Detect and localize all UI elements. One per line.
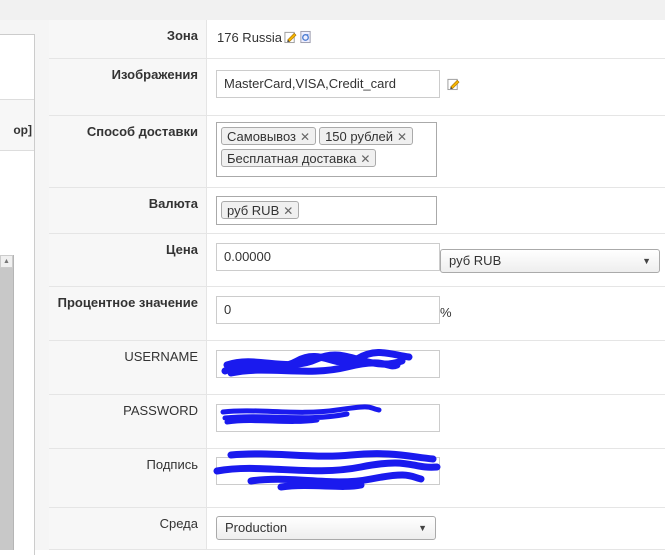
top-bar [0, 0, 665, 21]
left-panel: ор] ▲ [0, 20, 49, 555]
delivery-multiselect[interactable]: Самовывоз ✕ 150 рублей ✕Бесплатная доставка… [216, 121, 437, 177]
signature-input[interactable] [216, 456, 440, 485]
row-currency: Валюта руб RUB ✕ [49, 187, 665, 234]
row-password: PASSWORD [49, 394, 665, 449]
row-username: USERNAME [49, 340, 665, 395]
price-label: Цена [166, 241, 198, 257]
column-header-fragment: ор] [13, 123, 32, 137]
currency-chip[interactable]: руб RUB ✕ [221, 200, 300, 220]
environment-label: Среда [159, 515, 198, 531]
currency-multiselect[interactable]: руб RUB ✕ [216, 195, 437, 225]
signature-label: Подпись [146, 456, 198, 472]
settings-form: Зона 176 Russia Изображения MasterCard,V… [49, 20, 665, 550]
percent-input[interactable]: 0 [216, 295, 440, 324]
refresh-icon[interactable] [299, 30, 312, 44]
username-input[interactable] [216, 349, 440, 378]
chevron-down-icon: ▼ [418, 522, 427, 533]
remove-x-icon[interactable]: ✕ [397, 129, 407, 146]
username-label: USERNAME [124, 348, 198, 364]
zone-value: 176 Russia [217, 30, 283, 45]
delivery-chip[interactable]: 150 рублей ✕ [319, 126, 414, 146]
row-images: Изображения MasterCard,VISA,Credit_card [49, 58, 665, 116]
left-panel-column-header: ор] [0, 99, 34, 151]
left-scrollbar[interactable]: ▲ [0, 255, 14, 550]
price-input[interactable]: 0.00000 [216, 242, 440, 271]
password-input[interactable] [216, 403, 440, 432]
remove-x-icon[interactable]: ✕ [283, 203, 293, 220]
zone-label: Зона [166, 28, 198, 43]
images-label: Изображения [111, 66, 198, 82]
password-label: PASSWORD [123, 402, 198, 418]
row-price: Цена 0.00000 руб RUB ▼ [49, 233, 665, 287]
row-signature: Подпись [49, 448, 665, 508]
row-percent: Процентное значение 0 % [49, 286, 665, 341]
row-environment: Среда Production ▼ [49, 507, 665, 550]
delivery-chip[interactable]: Бесплатная доставка ✕ [221, 148, 377, 168]
price-currency-select[interactable]: руб RUB ▼ [440, 248, 660, 273]
remove-x-icon[interactable]: ✕ [360, 151, 370, 168]
delivery-chip[interactable]: Самовывоз ✕ [221, 126, 317, 146]
row-delivery: Способ доставки Самовывоз ✕ 150 рублей ✕Бес… [49, 115, 665, 188]
percent-label: Процентное значение [57, 294, 198, 310]
percent-suffix: % [440, 304, 452, 320]
delivery-label: Способ доставки [86, 123, 198, 139]
remove-x-icon[interactable]: ✕ [300, 129, 310, 146]
images-input[interactable]: MasterCard,VISA,Credit_card [216, 69, 440, 98]
row-zone: Зона 176 Russia [49, 20, 665, 59]
pencil-edit-icon[interactable] [284, 30, 297, 44]
scroll-up-arrow-icon[interactable]: ▲ [0, 255, 13, 268]
environment-select[interactable]: Production ▼ [216, 515, 436, 540]
currency-label: Валюта [148, 195, 198, 211]
pencil-edit-icon[interactable] [447, 77, 460, 91]
chevron-down-icon: ▼ [642, 255, 651, 266]
